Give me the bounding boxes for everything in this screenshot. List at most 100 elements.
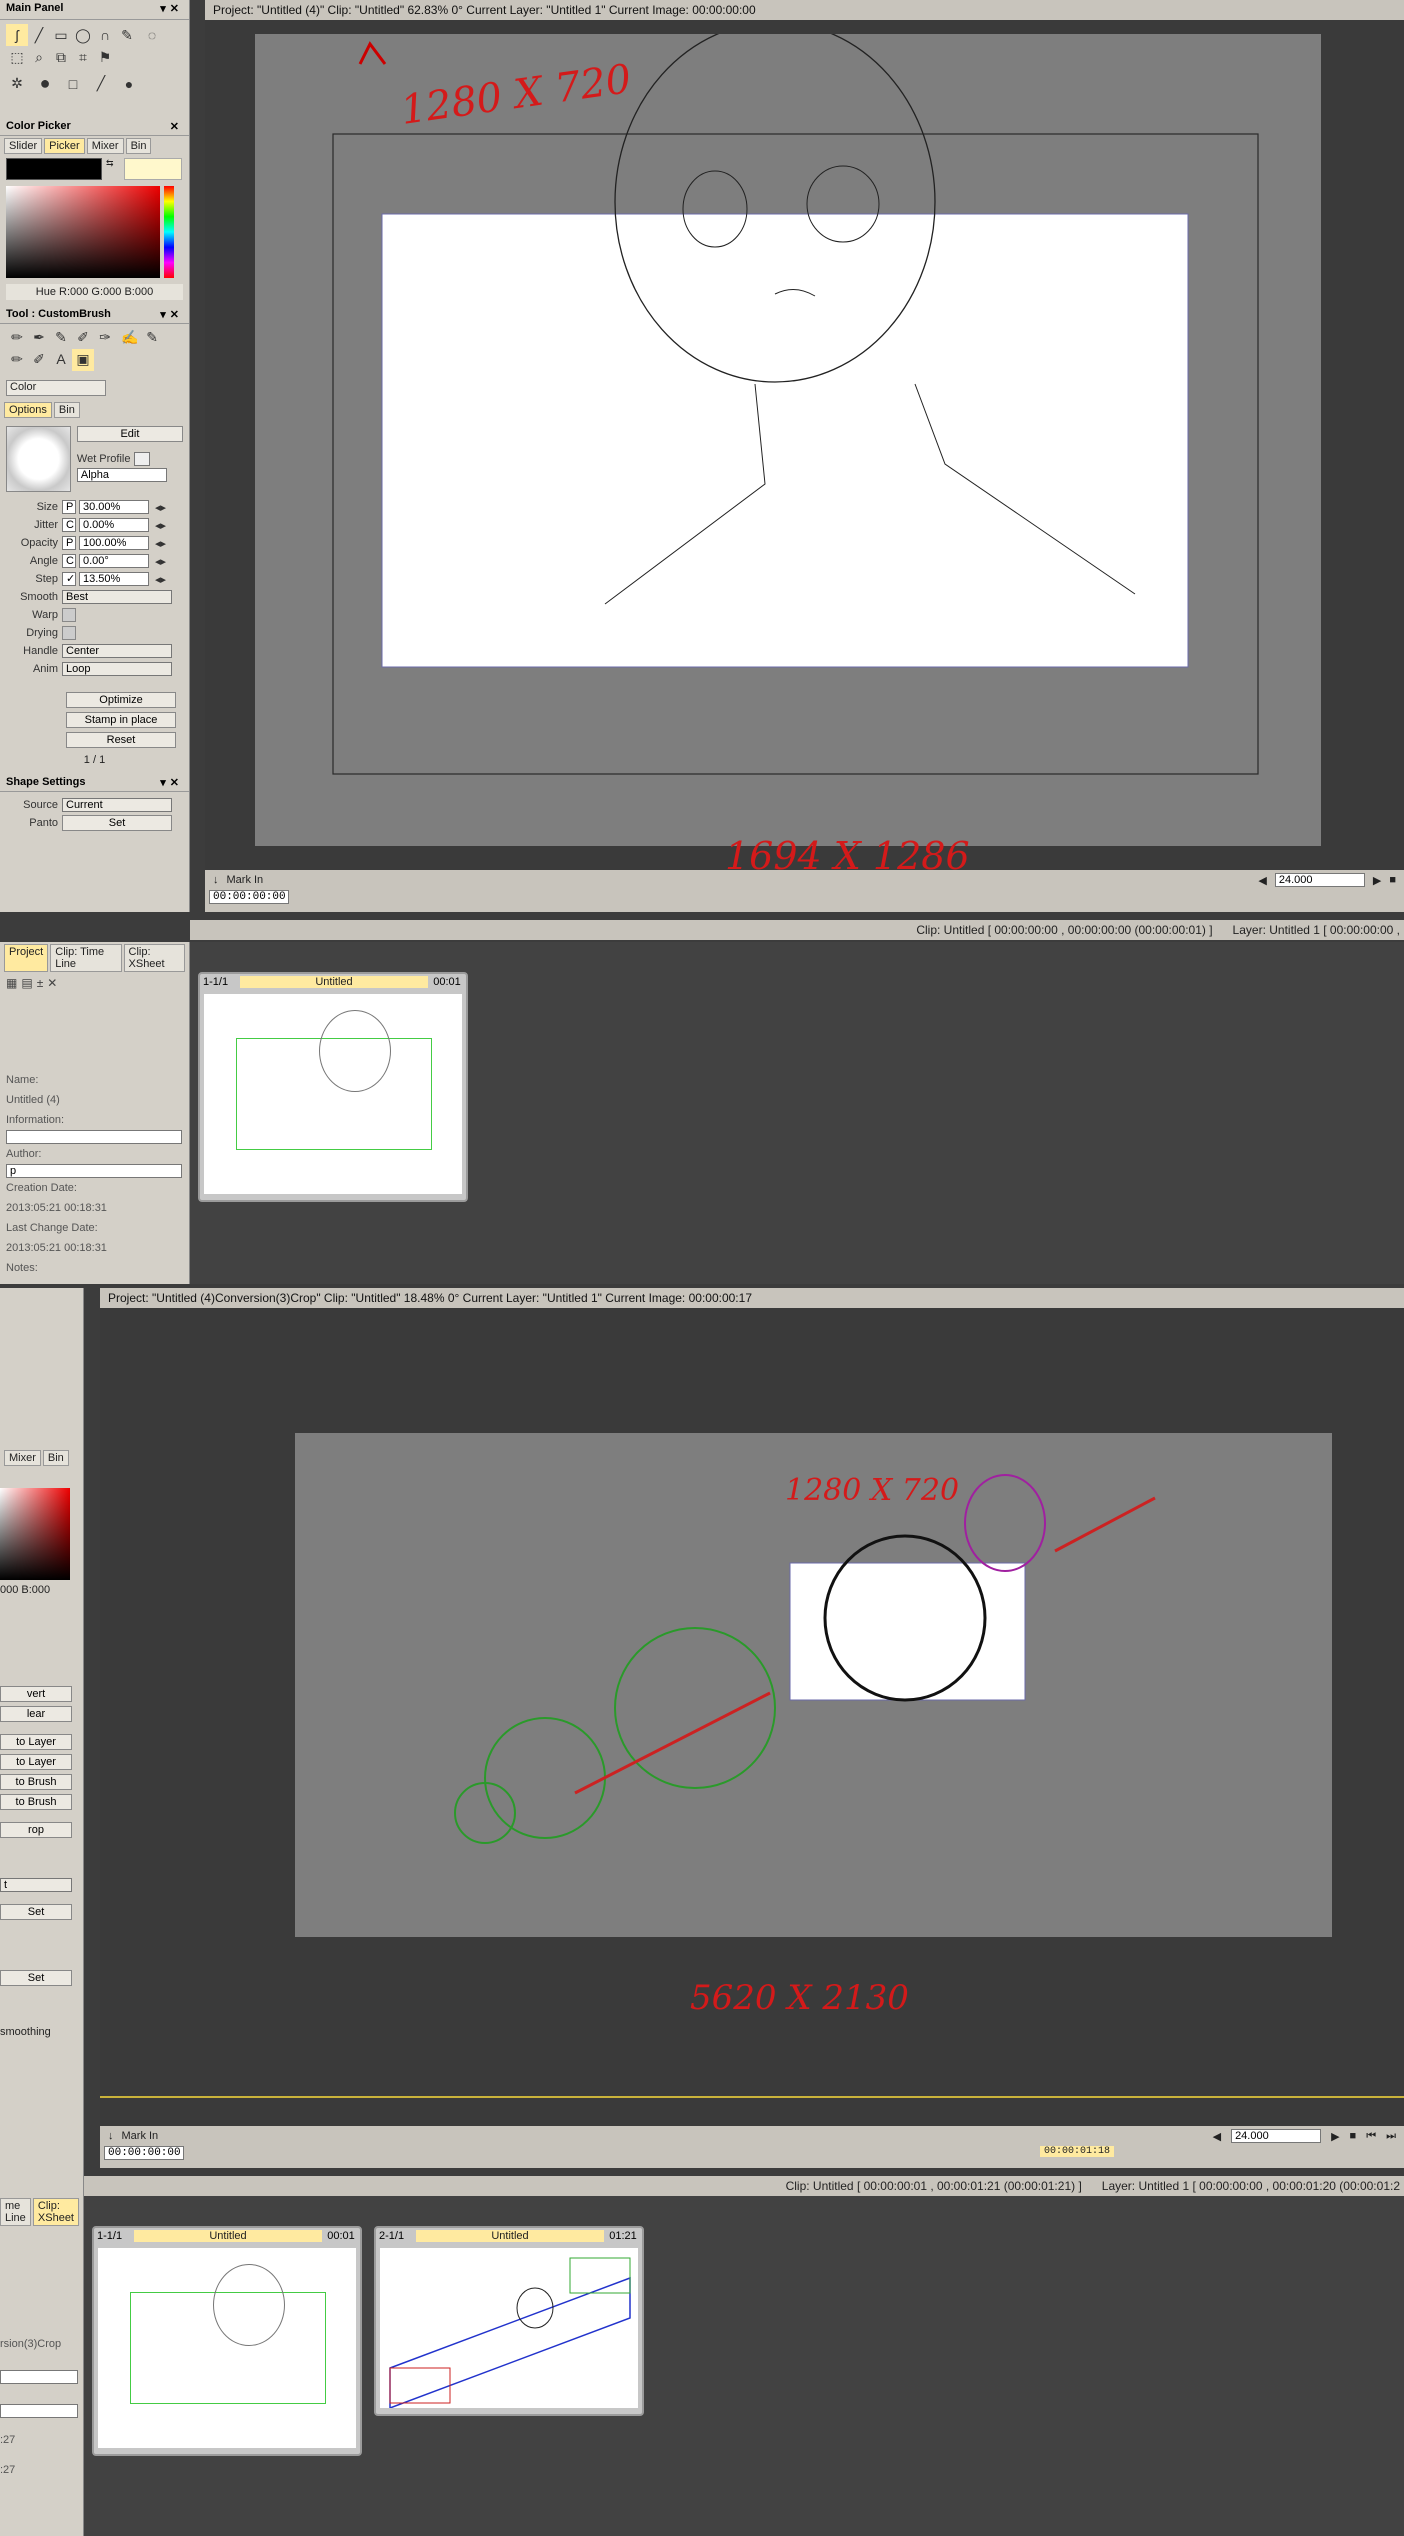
tab-options[interactable]: Options bbox=[4, 402, 52, 418]
mode-select-2[interactable]: t bbox=[0, 1878, 72, 1892]
drying-checkbox[interactable] bbox=[62, 626, 76, 640]
tab-mixer-2[interactable]: Mixer bbox=[4, 1450, 41, 1466]
canvas-2[interactable]: 1280 X 720 bbox=[295, 1433, 1332, 1937]
param-value[interactable]: 100.00% bbox=[79, 536, 149, 550]
list-view-icon[interactable]: ▤ bbox=[21, 976, 36, 990]
shape-settings-close-icon[interactable]: ▾✕ bbox=[160, 776, 183, 789]
color-picker-close-icon[interactable]: ✕ bbox=[170, 120, 183, 133]
edit-button[interactable]: Edit bbox=[76, 426, 183, 442]
convert-button[interactable]: vert bbox=[0, 1686, 72, 1702]
param-spin-icon[interactable]: ◂▸ bbox=[155, 573, 166, 586]
param-spin-icon[interactable]: ◂▸ bbox=[155, 501, 166, 514]
ink-preset-icon[interactable]: ✑ bbox=[94, 326, 116, 348]
airbrush-preset-icon[interactable]: ✐ bbox=[72, 326, 94, 348]
flat-brush-preset-icon[interactable]: ✍ bbox=[119, 326, 141, 348]
fps-select[interactable]: 24.000 bbox=[1274, 873, 1365, 887]
optimize-button[interactable]: Optimize bbox=[66, 692, 176, 708]
marquee-icon[interactable]: ⬚ bbox=[6, 47, 28, 69]
tab-brush-bin[interactable]: Bin bbox=[53, 402, 80, 418]
param-spin-icon[interactable]: ◂▸ bbox=[155, 519, 166, 532]
pen-icon[interactable]: ╱ bbox=[90, 73, 112, 95]
clip-card-2a[interactable]: 1-1/1 Untitled 00:01 bbox=[92, 2226, 362, 2456]
swap-colors-icon[interactable]: ⇆ bbox=[106, 158, 120, 180]
playhead-label[interactable]: 00:00:01:18 bbox=[1040, 2146, 1115, 2157]
add-layer-icon[interactable]: ± bbox=[37, 976, 48, 990]
prev-frame-icon[interactable]: ◀ bbox=[1258, 874, 1266, 887]
tab-project[interactable]: Project bbox=[4, 944, 49, 972]
anim-select[interactable]: Loop bbox=[62, 662, 172, 676]
tab-mixer[interactable]: Mixer bbox=[86, 138, 124, 154]
bezier-icon[interactable]: ∩ bbox=[94, 24, 116, 46]
param-spin-icon[interactable]: ◂▸ bbox=[155, 537, 166, 550]
wet-profile-button[interactable] bbox=[134, 452, 151, 466]
param-flag[interactable]: P bbox=[62, 500, 76, 514]
tab-picker[interactable]: Picker bbox=[44, 138, 85, 154]
clip-card-1[interactable]: 1-1/1 Untitled 00:01 bbox=[198, 972, 468, 1202]
custom-brush-icon[interactable]: ▣ bbox=[72, 348, 94, 371]
blender-preset-icon[interactable]: ✏ bbox=[6, 349, 28, 371]
rect-icon[interactable]: ▭ bbox=[50, 25, 72, 47]
settings-icon[interactable]: ✲ bbox=[6, 73, 28, 95]
param-value[interactable]: 0.00° bbox=[79, 554, 149, 568]
play-icon[interactable]: ▶ bbox=[1373, 874, 1381, 887]
prev-frame-icon-2[interactable]: ◀ bbox=[1213, 2130, 1221, 2143]
transform-icon[interactable]: ⧉ bbox=[50, 47, 72, 69]
timecode-field-2[interactable]: 00:00:00:00 bbox=[104, 2146, 184, 2160]
tab-time-line[interactable]: Clip: Time Line bbox=[50, 944, 122, 972]
to-brush-button-1[interactable]: to Brush bbox=[0, 1774, 72, 1790]
set-button-2[interactable]: Set bbox=[0, 1904, 72, 1920]
to-brush-button-2[interactable]: to Brush bbox=[0, 1794, 72, 1810]
source-select[interactable]: Current bbox=[62, 798, 172, 812]
marker-preset-icon[interactable]: ✎ bbox=[50, 326, 72, 348]
lasso-select-icon[interactable]: ◌ bbox=[141, 24, 163, 46]
alpha-select[interactable]: Alpha bbox=[76, 468, 167, 482]
mark-in-arrow-icon-2[interactable]: ↓ bbox=[108, 2130, 114, 2142]
play-icon-2[interactable]: ▶ bbox=[1331, 2130, 1339, 2143]
stamp-icon[interactable]: ⚑ bbox=[94, 47, 116, 69]
saturation-field-2[interactable] bbox=[0, 1488, 70, 1580]
crop-icon[interactable]: ⌗ bbox=[72, 47, 94, 69]
param-spin-icon[interactable]: ◂▸ bbox=[155, 555, 166, 568]
brush-icon[interactable]: ✎ bbox=[116, 25, 138, 47]
main-color-swatch[interactable] bbox=[6, 158, 102, 180]
brush-mode-select[interactable]: Color bbox=[6, 380, 106, 396]
tab-time-line-2[interactable]: me Line bbox=[0, 2198, 31, 2226]
grid-view-icon[interactable]: ▦ bbox=[6, 976, 21, 990]
pencil-preset-icon[interactable]: ✏ bbox=[6, 326, 28, 348]
panto-set-button[interactable]: Set bbox=[62, 815, 172, 831]
pen-preset-icon[interactable]: ✒ bbox=[28, 326, 50, 348]
handle-select[interactable]: Center bbox=[62, 644, 172, 658]
stop-icon-2[interactable]: ■ bbox=[1350, 2130, 1357, 2142]
square-icon[interactable]: □ bbox=[62, 73, 84, 95]
ellipse-icon[interactable]: ◯ bbox=[72, 25, 94, 47]
to-layer-button-2[interactable]: to Layer bbox=[0, 1754, 72, 1770]
tool-close-icon[interactable]: ▾✕ bbox=[160, 308, 183, 321]
timecode-field[interactable]: 00:00:00:00 bbox=[209, 890, 289, 904]
magic-wand-icon[interactable]: ⌕ bbox=[28, 47, 50, 69]
hue-slider[interactable] bbox=[164, 186, 174, 278]
tab-bin[interactable]: Bin bbox=[125, 138, 152, 154]
stop-icon[interactable]: ■ bbox=[1389, 874, 1396, 886]
tab-bin-2[interactable]: Bin bbox=[42, 1450, 69, 1466]
tab-slider[interactable]: Slider bbox=[4, 138, 43, 154]
crop-button[interactable]: rop bbox=[0, 1822, 72, 1838]
round-brush-preset-icon[interactable]: ✎ bbox=[141, 326, 163, 348]
warp-checkbox[interactable] bbox=[62, 608, 76, 622]
set-button-3[interactable]: Set bbox=[0, 1970, 72, 1986]
smooth-select[interactable]: Best bbox=[62, 590, 172, 604]
dot-icon[interactable]: ● bbox=[118, 73, 140, 95]
rewind-icon[interactable]: ⏮ bbox=[1366, 2130, 1376, 2143]
lasso-icon[interactable]: ʃ bbox=[6, 24, 28, 46]
clip-card-2b[interactable]: 2-1/1 Untitled 01:21 bbox=[374, 2226, 644, 2416]
delete-layer-icon[interactable]: ✕ bbox=[47, 976, 61, 990]
param-flag[interactable]: C bbox=[62, 554, 76, 568]
line-icon[interactable]: ╱ bbox=[28, 25, 50, 47]
saturation-field[interactable] bbox=[6, 186, 160, 278]
tab-xsheet-2[interactable]: Clip: XSheet bbox=[32, 2198, 79, 2226]
eraser-preset-icon[interactable]: ✐ bbox=[28, 349, 50, 371]
param-flag[interactable]: P bbox=[62, 536, 76, 550]
canvas-1[interactable]: 1280 X 720 1694 X 1286 bbox=[255, 34, 1321, 878]
param-value[interactable]: 30.00% bbox=[79, 500, 149, 514]
information-field-2[interactable] bbox=[0, 2370, 78, 2384]
reset-button[interactable]: Reset bbox=[66, 732, 176, 748]
